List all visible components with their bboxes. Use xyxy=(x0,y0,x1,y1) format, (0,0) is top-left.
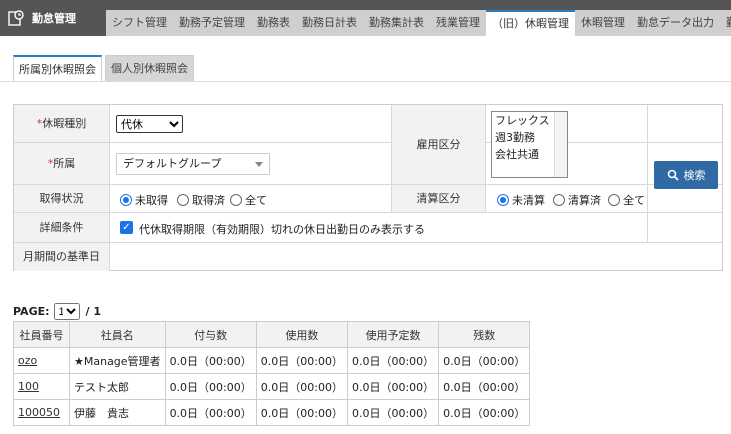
form-row-affiliation: *所属 デフォルトグループ xyxy=(14,143,722,185)
employment-listbox[interactable]: フレックス 週3勤務 会社共通 xyxy=(491,111,568,178)
radio-dot[interactable] xyxy=(497,194,509,206)
planned-cell: 0.0日（00:00） xyxy=(346,347,440,374)
col-planned: 使用予定数 xyxy=(346,321,440,348)
leave-type-select[interactable]: 代休 xyxy=(116,115,183,133)
radio-dot[interactable] xyxy=(608,194,620,206)
nav-tab-overtime[interactable]: 残業管理 xyxy=(430,10,486,36)
table-row: 100 テスト太郎 0.0日（00:00） 0.0日（00:00） 0.0日（0… xyxy=(13,373,531,400)
form-row-leave-type: *休暇種別 代休 xyxy=(14,105,722,143)
nav-tab-export[interactable]: 勤怠データ出力 xyxy=(631,10,720,36)
affiliation-label-text: 所属 xyxy=(53,157,76,170)
radio-acquired[interactable]: 取得済 xyxy=(177,192,225,208)
leave-type-label-text: 休暇種別 xyxy=(42,117,87,130)
radio-not-acquired[interactable]: 未取得 xyxy=(120,192,168,208)
expired-only-label: 代休取得期限（有効期限）切れの休日出勤日のみ表示する xyxy=(139,223,425,236)
chevron-down-icon xyxy=(255,162,263,167)
nav-tab-old-leave[interactable]: （旧）休暇管理 xyxy=(486,10,575,36)
nav-tab-schedule[interactable]: 勤務予定管理 xyxy=(173,10,251,36)
radio-all-settlement[interactable]: 全て xyxy=(608,192,645,208)
app-title: 勤怠管理 xyxy=(32,12,76,25)
employee-name-cell: ★Manage管理者 xyxy=(69,347,166,374)
affiliation-label: *所属 xyxy=(14,143,110,184)
nav-tab-leave[interactable]: 休暇管理 xyxy=(575,10,631,36)
radio-dot[interactable] xyxy=(120,194,132,206)
leave-table: 社員番号 社員名 付与数 使用数 使用予定数 残数 ozo ★Manage管理者… xyxy=(13,321,531,426)
col-remaining: 残数 xyxy=(438,321,531,348)
employee-id-cell: 100050 xyxy=(13,399,70,426)
settlement-label: 清算区分 xyxy=(391,185,486,212)
planned-cell: 0.0日（00:00） xyxy=(346,373,440,400)
employment-label: 雇用区分 xyxy=(391,105,486,184)
radio-dot[interactable] xyxy=(553,194,565,206)
table-row: 100050 伊藤 貴志 0.0日（00:00） 0.0日（00:00） 0.0… xyxy=(13,399,531,426)
used-cell: 0.0日（00:00） xyxy=(255,399,348,426)
leave-type-label: *休暇種別 xyxy=(14,105,110,142)
radio-all-acquisition[interactable]: 全て xyxy=(230,192,267,208)
form-row-base-date: 月期間の基準日 xyxy=(14,243,722,271)
nav-tab-shift[interactable]: シフト管理 xyxy=(106,10,173,36)
radio-label: 全て xyxy=(623,194,645,207)
nav-tab-summary[interactable]: 勤務集計表 xyxy=(363,10,430,36)
listbox-scrollbar[interactable] xyxy=(554,112,567,177)
base-date-label: 月期間の基準日 xyxy=(14,243,110,271)
remaining-cell: 0.0日（00:00） xyxy=(438,399,531,426)
radio-dot[interactable] xyxy=(230,194,242,206)
employee-id-cell: ozo xyxy=(13,347,70,374)
employee-id-link[interactable]: ozo xyxy=(18,354,37,367)
radio-settled[interactable]: 清算済 xyxy=(553,192,601,208)
employee-name-cell: 伊藤 貴志 xyxy=(69,399,166,426)
granted-cell: 0.0日（00:00） xyxy=(164,373,257,400)
used-cell: 0.0日（00:00） xyxy=(255,373,348,400)
nav-tab-daily[interactable]: 勤務日計表 xyxy=(296,10,363,36)
radio-unsettled[interactable]: 未清算 xyxy=(497,192,545,208)
radio-dot[interactable] xyxy=(177,194,189,206)
used-cell: 0.0日（00:00） xyxy=(255,347,348,374)
search-button-label: 検索 xyxy=(683,169,706,182)
search-form: *休暇種別 代休 *所属 デフォルトグループ 雇用区分 フレックス 週3勤務 会… xyxy=(13,104,723,271)
pager: PAGE: 1 / 1 xyxy=(13,303,101,320)
remaining-cell: 0.0日（00:00） xyxy=(438,347,531,374)
radio-label: 取得済 xyxy=(192,194,225,207)
radio-label: 全て xyxy=(245,194,267,207)
employee-id-link[interactable]: 100 xyxy=(18,380,39,393)
page-select[interactable]: 1 xyxy=(53,303,80,320)
granted-cell: 0.0日（00:00） xyxy=(164,347,257,374)
search-icon xyxy=(667,169,679,181)
col-employee-name: 社員名 xyxy=(69,321,166,348)
form-row-details: 詳細条件 ✓ 代休取得期限（有効期限）切れの休日出勤日のみ表示する xyxy=(14,213,722,243)
table-header-row: 社員番号 社員名 付与数 使用数 使用予定数 残数 xyxy=(13,321,531,348)
nav-tab-timesheet[interactable]: 勤務表 xyxy=(251,10,296,36)
granted-cell: 0.0日（00:00） xyxy=(164,399,257,426)
details-label: 詳細条件 xyxy=(14,213,110,242)
acquisition-label: 取得状況 xyxy=(14,185,110,212)
radio-label: 未取得 xyxy=(135,194,168,207)
radio-label: 清算済 xyxy=(568,194,601,207)
subtab-by-person[interactable]: 個人別休暇照会 xyxy=(105,55,194,81)
sub-tabs: 所属別休暇照会 個人別休暇照会 xyxy=(13,55,197,81)
employee-name-cell: テスト太郎 xyxy=(69,373,166,400)
pager-label: PAGE: xyxy=(13,305,50,318)
pager-total: / 1 xyxy=(85,305,102,318)
affiliation-dropdown[interactable]: デフォルトグループ xyxy=(116,153,270,175)
table-row: ozo ★Manage管理者 0.0日（00:00） 0.0日（00:00） 0… xyxy=(13,347,531,374)
subtab-divider xyxy=(0,81,731,82)
nav-tab-attendance[interactable]: 勤怠 xyxy=(720,10,731,36)
form-row-status: 取得状況 未取得 取得済 全て 清算区分 未清算 清算済 全て xyxy=(14,185,722,213)
employee-id-link[interactable]: 100050 xyxy=(18,406,60,419)
radio-label: 未清算 xyxy=(512,194,545,207)
remaining-cell: 0.0日（00:00） xyxy=(438,373,531,400)
expired-only-checkbox[interactable]: ✓ xyxy=(120,221,133,234)
subtab-by-affiliation[interactable]: 所属別休暇照会 xyxy=(13,55,102,81)
col-used: 使用数 xyxy=(255,321,348,348)
employee-id-cell: 100 xyxy=(13,373,70,400)
planned-cell: 0.0日（00:00） xyxy=(346,399,440,426)
main-nav: シフト管理 勤務予定管理 勤務表 勤務日計表 勤務集計表 残業管理 （旧）休暇管… xyxy=(106,10,731,36)
search-button[interactable]: 検索 xyxy=(654,161,718,189)
affiliation-value: デフォルトグループ xyxy=(123,157,222,170)
clock-document-icon xyxy=(8,10,24,26)
app-header: 勤怠管理 xyxy=(0,0,76,36)
column-divider xyxy=(647,105,648,243)
col-employee-id: 社員番号 xyxy=(13,321,70,348)
col-granted: 付与数 xyxy=(164,321,257,348)
